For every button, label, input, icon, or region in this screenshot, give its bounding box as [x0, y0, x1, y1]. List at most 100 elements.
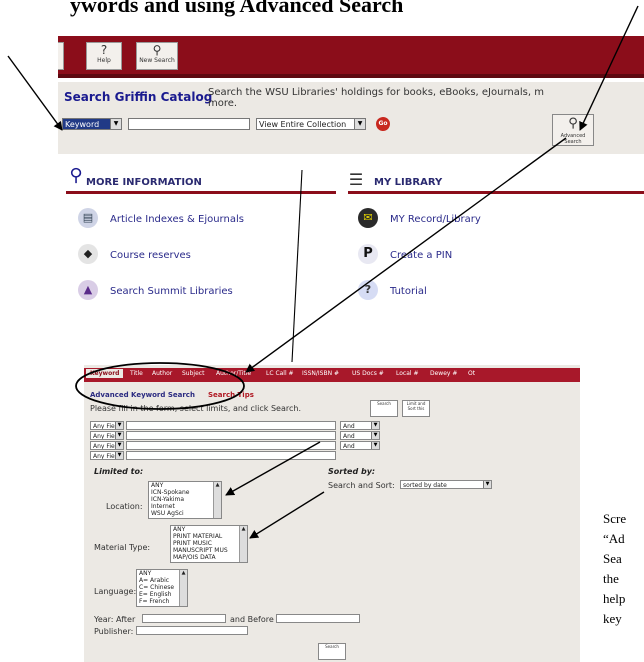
sort-select[interactable]: sorted by date ▼ [400, 480, 492, 489]
listbox-scrollbar[interactable]: ▲ [239, 526, 247, 562]
catalog-screenshot: ? Help ⚲ New Search Search Griffin Catal… [58, 36, 644, 336]
document-heading: ywords and using Advanced Search [70, 0, 404, 17]
top-toolbar: ? Help ⚲ New Search [58, 36, 644, 78]
tab-other[interactable]: Ot [468, 370, 475, 377]
sorted-by-heading: Sorted by: [328, 467, 376, 476]
advanced-search-button[interactable]: ⚲ Advanced Search [552, 114, 594, 146]
field-select-2[interactable]: Any Field ▼ [90, 431, 124, 440]
language-label: Language: [94, 587, 137, 596]
chevron-down-icon: ▼ [483, 481, 491, 488]
more-info-title: MORE INFORMATION [86, 177, 202, 188]
magnifier-x-icon: ⚲ [152, 43, 162, 57]
collection-select[interactable]: View Entire Collection ▼ [256, 118, 366, 130]
location-option[interactable]: ANY [151, 482, 221, 489]
help-button[interactable]: ? Help [86, 42, 122, 70]
link-search-summit[interactable]: Search Summit Libraries [110, 286, 233, 297]
magnifier-icon: ⚲ [568, 116, 578, 131]
tab-author[interactable]: Author [152, 370, 172, 377]
tab-us-docs[interactable]: US Docs # [352, 370, 384, 377]
material-option[interactable]: MAP/OIS DATA [173, 554, 247, 561]
chevron-down-icon: ▼ [371, 422, 379, 429]
field-select-1[interactable]: Any Field ▼ [90, 421, 124, 430]
operator-select-2[interactable]: And ▼ [340, 431, 380, 440]
material-type-listbox[interactable]: ANY PRINT MATERIAL PRINT MUSIC MANUSCRIP… [170, 525, 248, 563]
operator-select-3[interactable]: And ▼ [340, 441, 380, 450]
search-type-value: Keyword [65, 120, 100, 129]
location-option[interactable]: ICN-Spokane [151, 489, 221, 496]
material-option[interactable]: ANY [173, 526, 247, 533]
collection-value: View Entire Collection [259, 120, 347, 129]
magnifier-icon: ⚲ [69, 165, 83, 186]
tab-issn-isbn[interactable]: ISSN/ISBN # [302, 370, 339, 377]
sort-value: sorted by date [403, 482, 447, 489]
search-sort-label: Search and Sort: [328, 481, 395, 490]
search-term-input-4[interactable] [126, 451, 336, 460]
listbox-scrollbar[interactable]: ▲ [179, 570, 187, 606]
link-my-record[interactable]: MY Record/Library [390, 214, 481, 225]
my-library-divider [348, 191, 644, 194]
chevron-down-icon: ▼ [115, 422, 123, 429]
search-band: Search Griffin Catalog Search the WSU Li… [58, 82, 644, 154]
publisher-label: Publisher: [94, 627, 134, 636]
description-line-2: more. [208, 98, 238, 109]
operator-2-value: And [343, 433, 355, 440]
more-info-divider [66, 191, 336, 194]
location-option[interactable]: ICN-Yakima [151, 496, 221, 503]
help-label: Help [97, 57, 111, 64]
question-mark-icon: ? [358, 280, 378, 300]
new-search-label: New Search [139, 57, 175, 64]
material-option[interactable]: MANUSCRIPT MUS [173, 547, 247, 554]
listbox-scrollbar[interactable]: ▲ [213, 482, 221, 518]
language-listbox[interactable]: ANY A= Arabic C= Chinese E= English F= F… [136, 569, 188, 607]
bottom-search-button[interactable]: Search [318, 643, 346, 660]
location-listbox[interactable]: ANY ICN-Spokane ICN-Yakima Internet WSU … [148, 481, 222, 519]
toolbar-button-partial[interactable] [58, 42, 64, 70]
search-input[interactable] [128, 118, 250, 130]
arrow-to-keyword-select [7, 55, 63, 131]
search-term-input-1[interactable] [126, 421, 336, 430]
tab-lc-call[interactable]: LC Call # [266, 370, 294, 377]
field-select-3[interactable]: Any Field ▼ [90, 441, 124, 450]
side-note-line: Sea [603, 551, 622, 566]
search-button[interactable]: Search [370, 400, 398, 417]
tab-dewey[interactable]: Dewey # [430, 370, 457, 377]
link-create-pin[interactable]: Create a PIN [390, 250, 452, 261]
publisher-input[interactable] [136, 626, 248, 635]
field-select-4[interactable]: Any Field ▼ [90, 451, 124, 460]
material-type-label: Material Type: [94, 543, 151, 552]
material-option[interactable]: PRINT MATERIAL [173, 533, 247, 540]
search-tabs: Keyword Title Author Subject Author/Titl… [84, 368, 580, 382]
tab-subject[interactable]: Subject [182, 370, 204, 377]
my-library-title: MY LIBRARY [374, 177, 443, 188]
go-button[interactable]: Go [376, 117, 390, 131]
year-after-input[interactable] [142, 614, 226, 623]
side-note-line: the [603, 571, 619, 586]
year-after-label: Year: After [94, 615, 136, 624]
link-course-reserves[interactable]: Course reserves [110, 250, 191, 261]
search-term-input-3[interactable] [126, 441, 336, 450]
limited-to-heading: Limited to: [94, 467, 144, 476]
chevron-down-icon: ▼ [115, 452, 123, 459]
tab-author-title[interactable]: Author/Title [216, 370, 251, 377]
search-term-input-2[interactable] [126, 431, 336, 440]
tab-local[interactable]: Local # [396, 370, 419, 377]
operator-select-1[interactable]: And ▼ [340, 421, 380, 430]
chevron-down-icon: ▼ [115, 442, 123, 449]
new-search-button[interactable]: ⚲ New Search [136, 42, 178, 70]
tab-keyword[interactable]: Keyword [86, 369, 124, 378]
chevron-down-icon: ▼ [115, 432, 123, 439]
limit-sort-button[interactable]: Limit and Sort this [402, 400, 430, 417]
side-note-line: help [603, 591, 626, 606]
operator-3-value: And [343, 443, 355, 450]
location-option[interactable]: WSU AgSci [151, 510, 221, 517]
search-tips-link[interactable]: Search Tips [208, 391, 254, 399]
search-type-select[interactable]: Keyword ▼ [62, 118, 122, 130]
operator-1-value: And [343, 423, 355, 430]
location-option[interactable]: Internet [151, 503, 221, 510]
advanced-search-screenshot: Keyword Title Author Subject Author/Titl… [84, 365, 580, 662]
link-tutorial[interactable]: Tutorial [390, 286, 427, 297]
material-option[interactable]: PRINT MUSIC [173, 540, 247, 547]
year-before-input[interactable] [276, 614, 360, 623]
link-article-indexes[interactable]: Article Indexes & Ejournals [110, 214, 244, 225]
tab-title[interactable]: Title [130, 370, 143, 377]
